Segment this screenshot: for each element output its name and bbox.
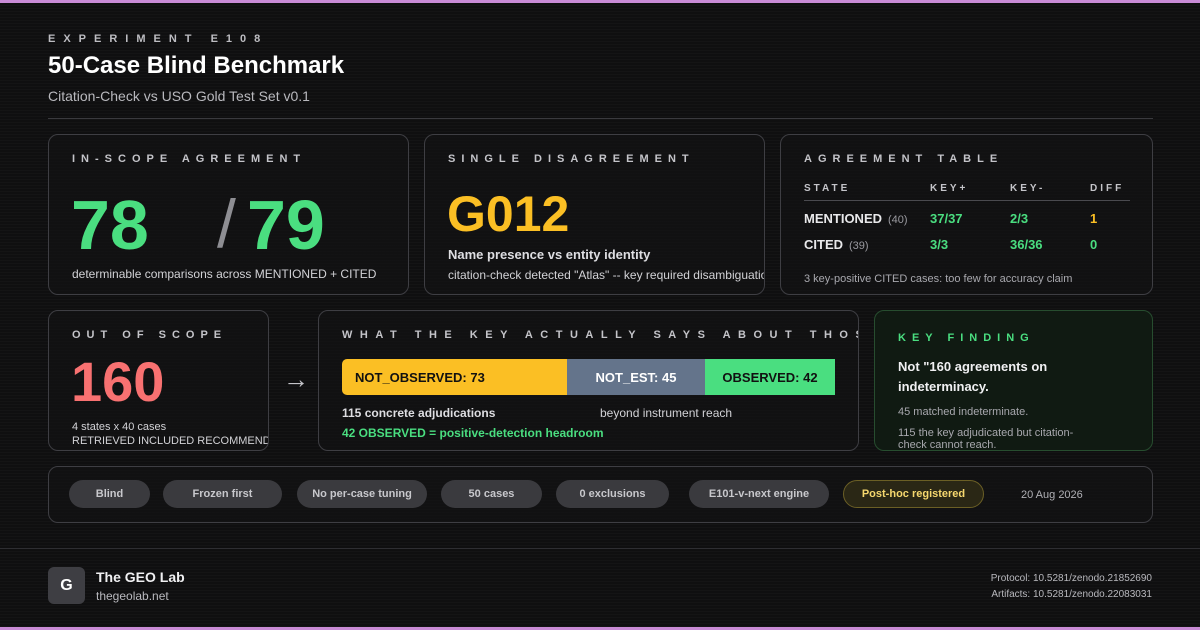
in-scope-description: determinable comparisons across MENTIONE… [72, 267, 377, 281]
key-breakdown-card: WHAT THE KEY ACTUALLY SAYS ABOUT THOSE 1… [318, 310, 859, 451]
key-negative-cell: 2/3 [1010, 211, 1029, 227]
artifacts-doi: Artifacts: 10.5281/zenodo.22083031 [991, 589, 1152, 600]
state-name: MENTIONED [804, 211, 882, 227]
out-of-scope-label: OUT OF SCOPE [72, 329, 228, 341]
column-header: KEY- [1010, 181, 1090, 201]
diff-cell: 1 [1090, 211, 1098, 227]
agreement-slash: / [217, 186, 236, 262]
tag-post-hoc-registered: Post-hoc registered [843, 480, 984, 508]
single-disagreement-card: SINGLE DISAGREEMENT G012 Name presence v… [424, 134, 765, 295]
tag-frozen-first: Frozen first [163, 480, 282, 508]
methodology-tags-card: Blind Frozen first No per-case tuning 50… [48, 466, 1153, 523]
disagreement-description: citation-check detected "Atlas" -- key r… [448, 268, 765, 282]
agreement-count: 78 [71, 186, 149, 264]
tag-50-cases: 50 cases [441, 480, 542, 508]
table-header-row: STATE KEY+ KEY- DIFF [804, 181, 1130, 201]
agreement-table-note: 3 key-positive CITED cases: too few for … [804, 273, 1073, 285]
report-date: 20 Aug 2026 [1021, 489, 1083, 501]
out-of-scope-card: OUT OF SCOPE 160 4 states x 40 cases RET… [48, 310, 269, 451]
state-count: (39) [849, 240, 869, 252]
lab-logo: G [48, 567, 85, 604]
experiment-eyebrow: EXPERIMENT E108 [48, 33, 269, 45]
state-cell: CITED (39) [804, 227, 930, 253]
in-scope-agreement-card: IN-SCOPE AGREEMENT 78 / 79 determinable … [48, 134, 409, 295]
out-of-scope-count: 160 [71, 350, 165, 413]
state-count: (40) [888, 214, 908, 227]
top-accent-bar [0, 0, 1200, 3]
state-name: CITED [804, 237, 843, 252]
header-divider [48, 118, 1153, 119]
agreement-table: STATE KEY+ KEY- DIFF MENTIONED (40) 37/37… [804, 181, 1130, 253]
in-scope-label: IN-SCOPE AGREEMENT [72, 153, 307, 165]
key-breakdown-bar: NOT_OBSERVED: 73 NOT_EST: 45 OBSERVED: 4… [342, 359, 835, 395]
key-finding-label: KEY FINDING [898, 332, 1035, 344]
bar-segment-not-observed: NOT_OBSERVED: 73 [342, 359, 567, 395]
key-positive-cell: 37/37 [930, 211, 963, 227]
tag-no-per-case-tuning: No per-case tuning [297, 480, 427, 508]
column-header: DIFF [1090, 181, 1130, 201]
key-breakdown-label: WHAT THE KEY ACTUALLY SAYS ABOUT THOSE 1… [342, 329, 858, 341]
key-positive-cell: 3/3 [930, 237, 949, 252]
bar-segment-not-est: NOT_EST: 45 [567, 359, 705, 395]
org-website: thegeolab.net [96, 589, 169, 603]
right-arrow-icon: → [283, 364, 309, 394]
key-finding-heading: Not "160 agreements on indeterminacy. [898, 359, 1048, 394]
agreement-total: 79 [247, 186, 325, 264]
out-of-scope-states: RETRIEVED INCLUDED RECOMMENDED ADVERSE [72, 435, 268, 447]
disagreement-heading: Name presence vs entity identity [448, 247, 651, 262]
disagreement-case-id: G012 [447, 186, 570, 242]
tag-0-exclusions: 0 exclusions [556, 480, 669, 508]
bar-segment-observed: OBSERVED: 42 [705, 359, 835, 395]
table-row: MENTIONED (40) 37/37 2/3 1 [804, 201, 1130, 227]
key-finding-card: KEY FINDING Not "160 agreements on indet… [874, 310, 1153, 451]
tag-blind: Blind [69, 480, 150, 508]
beyond-reach-text: beyond instrument reach [600, 406, 733, 420]
protocol-doi: Protocol: 10.5281/zenodo.21852690 [990, 573, 1152, 584]
tag-engine: E101-v-next engine [689, 480, 829, 508]
concrete-adjudications-text: 115 concrete adjudications [342, 406, 496, 420]
key-negative-cell: 36/36 [1010, 237, 1043, 252]
table-row: CITED (39) 3/3 36/36 0 [804, 227, 1130, 253]
disagreement-label: SINGLE DISAGREEMENT [448, 153, 695, 165]
headroom-text: 42 OBSERVED = positive-detection headroo… [342, 426, 604, 440]
column-header: STATE [804, 181, 930, 201]
page-title: 50-Case Blind Benchmark [48, 52, 345, 79]
column-header: KEY+ [930, 181, 1010, 201]
out-of-scope-breakdown: 4 states x 40 cases [72, 421, 167, 433]
key-finding-line-1: 45 matched indeterminate. [898, 406, 1029, 418]
footer-divider [0, 548, 1200, 549]
agreement-table-card: AGREEMENT TABLE STATE KEY+ KEY- DIFF MEN… [780, 134, 1153, 295]
state-cell: MENTIONED (40) [804, 201, 930, 227]
page-subtitle: Citation-Check vs USO Gold Test Set v0.1 [48, 88, 310, 104]
diff-cell: 0 [1090, 237, 1098, 252]
org-name: The GEO Lab [96, 569, 185, 585]
agreement-table-label: AGREEMENT TABLE [804, 153, 1004, 165]
key-finding-line-2: 115 the key adjudicated but citation-che… [898, 427, 1074, 451]
